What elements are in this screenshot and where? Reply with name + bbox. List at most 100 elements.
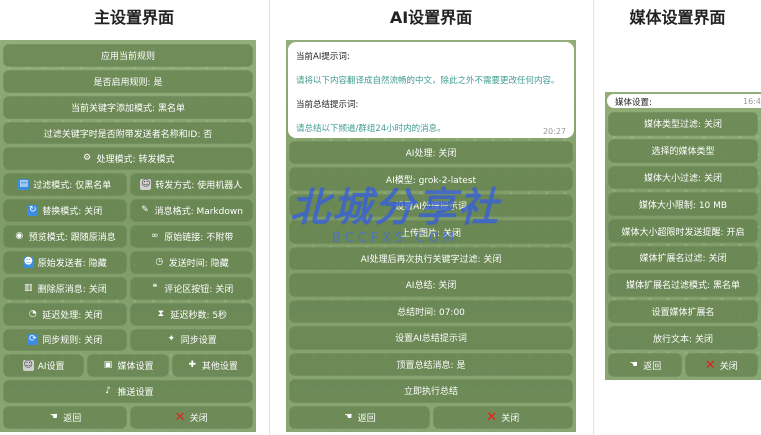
media-button-2-0[interactable]: 媒体大小过滤: 关闭 bbox=[608, 165, 758, 190]
button-label: 消息格式: Markdown bbox=[154, 207, 243, 218]
button-label: 选择的媒体类型 bbox=[651, 147, 715, 158]
main-button-6-0[interactable]: ↻ 替换模式: 关闭 bbox=[3, 199, 127, 223]
ai-button-10-1[interactable]: ✕ 关闭 bbox=[432, 405, 573, 429]
link-icon: ∞ bbox=[151, 230, 159, 241]
button-label: 媒体大小超限时发送提醒: 开启 bbox=[621, 227, 745, 238]
gear-icon: ⚙ bbox=[83, 153, 92, 164]
main-button-12-2[interactable]: ✚ 其他设置 bbox=[171, 354, 253, 378]
ai-button-4-0[interactable]: AI处理后再次执行关键字过滤: 关闭 bbox=[289, 246, 573, 271]
button-label: 转发方式: 使用机器人 bbox=[155, 181, 243, 192]
media-button-9-0[interactable]: ☚ 返回 bbox=[608, 353, 682, 377]
button-label: 延迟处理: 关闭 bbox=[42, 310, 103, 321]
ai-button-2-0[interactable]: 设置AI处理提示词 bbox=[289, 193, 573, 218]
main-button-3-0[interactable]: 过滤关键字时是否附带发送者名称和ID: 否 bbox=[3, 121, 253, 145]
main-button-7-0[interactable]: ◉ 预览模式: 跟随原消息 bbox=[3, 225, 127, 248]
media-info-message: 媒体设置: 16:4 bbox=[607, 94, 761, 108]
robot-icon: ☺ bbox=[140, 179, 152, 191]
button-label: 返回 bbox=[357, 413, 376, 424]
media-button-5-0[interactable]: 媒体扩展名过滤: 关闭 bbox=[608, 246, 758, 270]
media-button-4-0[interactable]: 媒体大小超限时发送提醒: 开启 bbox=[608, 219, 758, 243]
main-button-11-0[interactable]: ⟳ 同步规则: 关闭 bbox=[3, 328, 127, 352]
ai-prompt-label: 当前AI提示词: bbox=[296, 52, 350, 62]
ai-button-8-0[interactable]: 顶置总结消息: 是 bbox=[289, 352, 573, 377]
button-label: 设置AI总结提示词 bbox=[395, 334, 467, 345]
button-label: 总结时间: 07:00 bbox=[397, 307, 465, 318]
ai-prompt-text: 请将以下内容翻译成自然流畅的中文，除此之外不需要更改任何内容。 bbox=[296, 76, 560, 86]
person-icon: ☻ bbox=[22, 256, 34, 268]
stopwatch-icon: ◔ bbox=[28, 308, 37, 319]
media-button-1-0[interactable]: 选择的媒体类型 bbox=[608, 138, 758, 163]
ai-button-5-0[interactable]: AI总结: 关闭 bbox=[289, 273, 573, 297]
red-x-icon: ✕ bbox=[486, 409, 498, 425]
button-label: 返回 bbox=[63, 414, 82, 425]
main-button-5-1[interactable]: ☺ 转发方式: 使用机器人 bbox=[129, 173, 253, 197]
button-label: AI设置 bbox=[37, 362, 65, 373]
main-button-8-0[interactable]: ☻ 原始发送者: 隐藏 bbox=[3, 250, 127, 274]
button-label: AI处理: 关闭 bbox=[405, 149, 457, 160]
media-settings-panel: 媒体设置: 16:4 媒体类型过滤: 关闭 选择的媒体类型 媒体大小过滤: 关闭 媒体… bbox=[605, 92, 761, 380]
speech-bubble-icon: ❝ bbox=[152, 282, 158, 293]
main-button-13-0[interactable]: ♪ 推送设置 bbox=[3, 380, 253, 404]
point-left-icon: ☚ bbox=[344, 411, 353, 422]
main-button-6-1[interactable]: ✎ 消息格式: Markdown bbox=[129, 199, 253, 223]
main-button-11-1[interactable]: ✦ 同步设置 bbox=[129, 328, 253, 352]
button-label: 同步设置 bbox=[180, 336, 217, 347]
button-label: 应用当前规则 bbox=[100, 51, 155, 62]
main-button-9-1[interactable]: ❝ 评论区按钮: 关闭 bbox=[129, 276, 253, 300]
main-button-8-1[interactable]: ◷ 发送时间: 隐藏 bbox=[129, 250, 253, 274]
main-button-9-0[interactable]: ▥ 删除原消息: 关闭 bbox=[3, 276, 127, 300]
ai-button-3-0[interactable]: 上传图片: 关闭 bbox=[289, 220, 573, 244]
point-left-icon: ☚ bbox=[49, 412, 58, 423]
media-settings-title: 媒体设置界面 bbox=[629, 8, 726, 27]
ai-button-10-0[interactable]: ☚ 返回 bbox=[289, 405, 430, 429]
main-button-7-1[interactable]: ∞ 原始链接: 不附带 bbox=[129, 225, 253, 248]
button-label: 关闭 bbox=[719, 361, 738, 372]
ai-button-6-0[interactable]: 总结时间: 07:00 bbox=[289, 299, 573, 324]
button-label: 设置媒体扩展名 bbox=[651, 307, 715, 318]
main-button-0-0[interactable]: 应用当前规则 bbox=[3, 44, 253, 67]
ai-button-9-0[interactable]: 立即执行总结 bbox=[289, 379, 573, 403]
main-button-5-0[interactable]: ▤ 过滤模式: 仅黑名单 bbox=[3, 173, 127, 197]
robot-icon: ☺ bbox=[22, 360, 34, 372]
ai-summary-text: 请总结以下频道/群组24小时内的消息。 bbox=[296, 124, 446, 134]
main-button-1-0[interactable]: 是否启用规则: 是 bbox=[3, 69, 253, 93]
main-settings-panel: 应用当前规则是否启用规则: 是当前关键字添加模式: 黑名单过滤关键字时是否附带发… bbox=[0, 40, 256, 432]
media-button-9-1[interactable]: ✕ 关闭 bbox=[684, 353, 758, 377]
main-button-2-0[interactable]: 当前关键字添加模式: 黑名单 bbox=[3, 95, 253, 119]
column-divider bbox=[269, 0, 270, 435]
media-button-6-0[interactable]: 媒体扩展名过滤模式: 黑名单 bbox=[608, 272, 758, 297]
ai-button-7-0[interactable]: 设置AI总结提示词 bbox=[289, 326, 573, 350]
ai-button-1-0[interactable]: AI模型: grok-2-latest bbox=[289, 167, 573, 191]
point-left-icon: ☚ bbox=[629, 359, 638, 370]
satellite-icon: ✦ bbox=[167, 334, 175, 345]
main-button-4-0[interactable]: ⚙ 处理模式: 转发模式 bbox=[3, 147, 253, 171]
ai-info-message: 当前AI提示词: 请将以下内容翻译成自然流畅的中文，除此之外不需要更改任何内容。… bbox=[288, 42, 574, 138]
button-label: 关闭 bbox=[501, 413, 520, 424]
media-button-3-0[interactable]: 媒体大小限制: 10 MB bbox=[608, 192, 758, 217]
main-button-14-1[interactable]: ✕ 关闭 bbox=[129, 406, 253, 429]
button-label: 设置AI处理提示词 bbox=[395, 202, 467, 213]
memo-icon: ✎ bbox=[141, 205, 149, 216]
media-label: 媒体设置: bbox=[615, 98, 652, 108]
button-label: 同步规则: 关闭 bbox=[42, 336, 103, 347]
media-button-7-0[interactable]: 设置媒体扩展名 bbox=[608, 299, 758, 324]
main-button-12-1[interactable]: ▣ 媒体设置 bbox=[87, 354, 169, 378]
button-label: 原始发送者: 隐藏 bbox=[37, 258, 107, 269]
button-label: 过滤模式: 仅黑名单 bbox=[33, 181, 112, 192]
button-label: AI总结: 关闭 bbox=[405, 281, 457, 292]
main-button-10-1[interactable]: ⧗ 延迟秒数: 5秒 bbox=[129, 302, 253, 326]
main-button-10-0[interactable]: ◔ 延迟处理: 关闭 bbox=[3, 302, 127, 326]
button-label: 过滤关键字时是否附带发送者名称和ID: 否 bbox=[43, 129, 213, 140]
button-label: 返回 bbox=[643, 361, 662, 372]
media-button-8-0[interactable]: 放行文本: 关闭 bbox=[608, 326, 758, 351]
main-settings-title: 主设置界面 bbox=[93, 8, 174, 27]
button-label: 延迟秒数: 5秒 bbox=[170, 310, 228, 321]
red-x-icon: ✕ bbox=[174, 410, 186, 426]
eye-icon: ◉ bbox=[15, 230, 24, 241]
media-button-0-0[interactable]: 媒体类型过滤: 关闭 bbox=[608, 112, 758, 136]
ai-button-0-0[interactable]: AI处理: 关闭 bbox=[289, 141, 573, 165]
button-label: 推送设置 bbox=[117, 388, 154, 399]
main-button-14-0[interactable]: ☚ 返回 bbox=[3, 406, 127, 429]
button-label: 关闭 bbox=[189, 414, 208, 425]
main-button-12-0[interactable]: ☺ AI设置 bbox=[3, 354, 85, 378]
